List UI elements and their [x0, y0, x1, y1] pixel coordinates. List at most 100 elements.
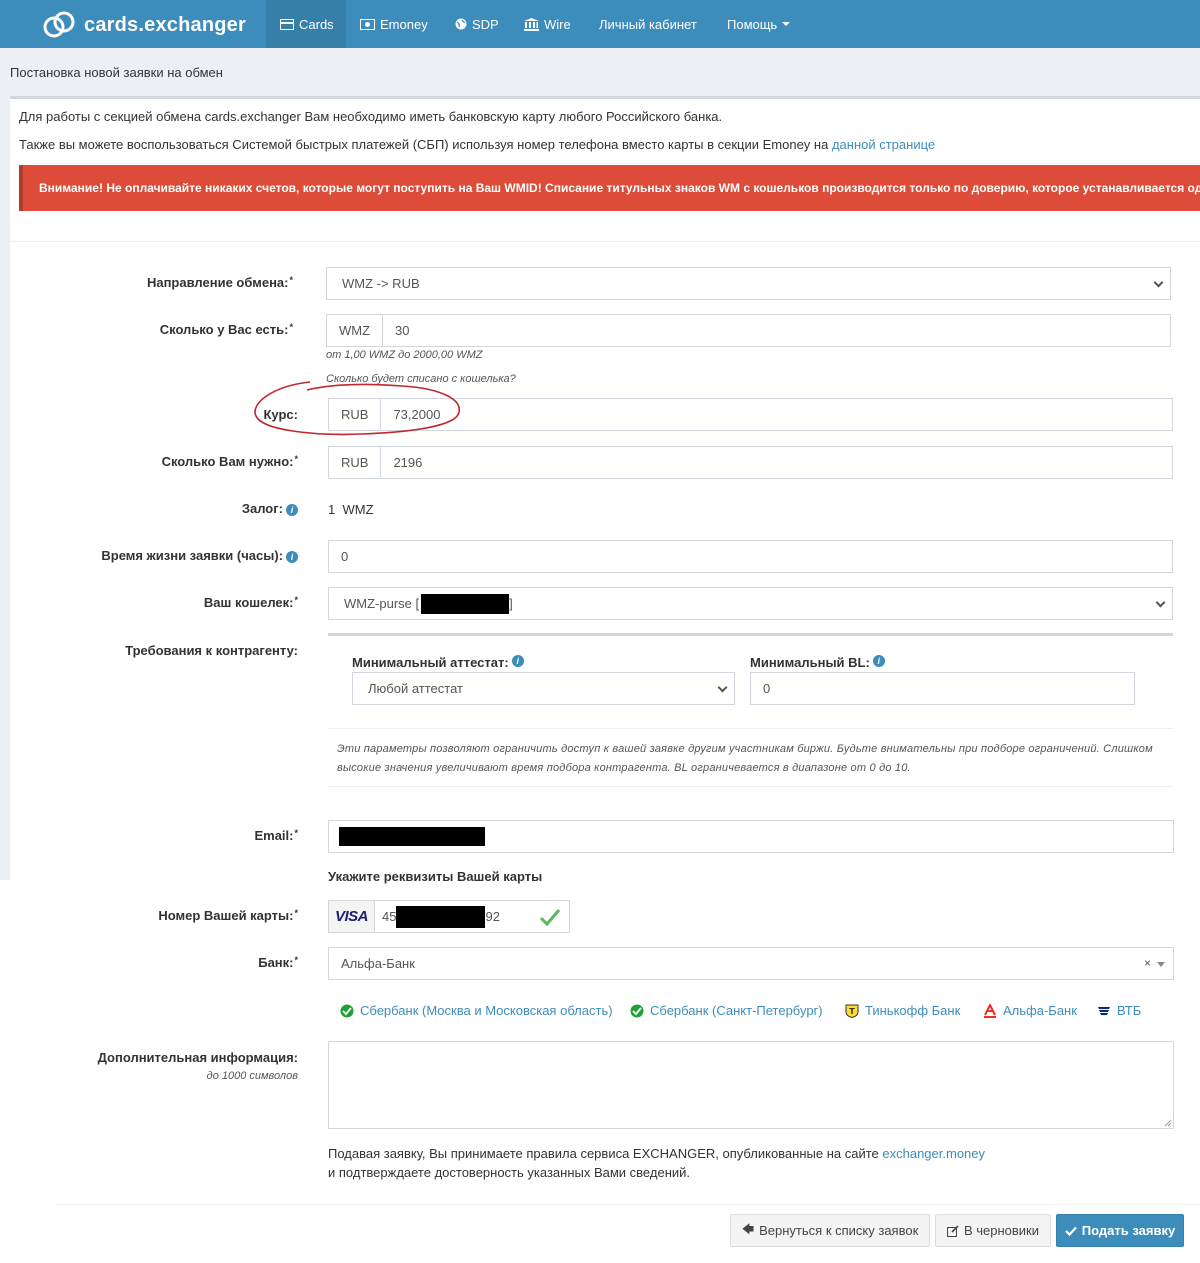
attestat-label-text: Минимальный аттестат: — [352, 655, 509, 670]
bank-link-tinkoff[interactable]: T Тинькофф Банк — [845, 1003, 960, 1018]
divider — [328, 786, 1173, 787]
money-icon — [360, 18, 375, 30]
exchanger-link[interactable]: exchanger.money — [882, 1146, 985, 1161]
required-mark: * — [294, 955, 298, 965]
brand-logo-icon — [43, 11, 75, 38]
wallet-select[interactable]: WMZ-purse [ ] — [328, 587, 1173, 620]
info-icon[interactable]: i — [511, 655, 524, 667]
need-label: Сколько Вам нужно:* — [162, 454, 298, 469]
sbp-page-link[interactable]: данной странице — [832, 137, 935, 152]
nav-cabinet-label: Личный кабинет — [599, 16, 697, 32]
top-navbar: cards.exchanger Cards Emoney SDP Wire Ли… — [0, 0, 1200, 48]
have-label-text: Сколько у Вас есть: — [159, 322, 289, 337]
direction-value: WMZ -> RUB — [342, 276, 420, 291]
tinkoff-icon: T — [845, 1004, 859, 1018]
deposit-label-text: Залог: — [241, 501, 283, 516]
terms-line-1: Подавая заявку, Вы принимаете правила се… — [328, 1146, 879, 1161]
back-to-list-button[interactable]: 🡄 Вернуться к списку заявок — [730, 1214, 930, 1247]
bank-building-icon — [524, 17, 539, 31]
attestat-select[interactable]: Любой аттестат — [352, 672, 735, 705]
info-text-2-body: Также вы можете воспользоваться Системой… — [19, 137, 829, 152]
terms-text: Подавая заявку, Вы принимаете правила се… — [328, 1144, 985, 1182]
resize-handle-icon[interactable] — [1164, 1119, 1172, 1127]
bl-input[interactable]: 0 — [750, 672, 1135, 705]
bank-link-label: Тинькофф Банк — [865, 1003, 961, 1018]
svg-text:T: T — [849, 1007, 855, 1016]
terms-line-2: и подтверждаете достоверность указанных … — [328, 1165, 691, 1180]
bank-link-label: Сбербанк (Санкт-Петербург) — [650, 1003, 823, 1018]
have-amount-input[interactable]: 30 — [383, 323, 409, 338]
deposit-value: 1 WMZ — [328, 502, 374, 517]
email-input[interactable] — [328, 820, 1174, 853]
info-icon[interactable]: i — [286, 551, 298, 563]
card-section-title: Укажите реквизиты Вашей карты — [328, 869, 543, 884]
redacted-card-number — [396, 905, 486, 928]
deposit-currency: WMZ — [342, 502, 374, 517]
chevron-down-icon — [1155, 597, 1166, 608]
required-mark: * — [289, 275, 293, 285]
nav-cards[interactable]: Cards — [266, 0, 346, 48]
card-number-prefix[interactable]: 45 — [375, 909, 396, 924]
nav-help-label: Помощь — [727, 16, 778, 32]
bl-value: 0 — [763, 681, 771, 696]
nav-help-dropdown[interactable]: Помощь — [727, 0, 791, 48]
page-header: Постановка новой заявки на обмен — [0, 48, 1200, 96]
card-number-label: Номер Вашей карты:* — [158, 908, 298, 923]
bank-label-text: Банк: — [258, 955, 294, 970]
card-icon — [280, 18, 294, 30]
info-text-1: Для работы с секцией обмена cards.exchan… — [19, 109, 723, 124]
bank-link-alfa[interactable]: Альфа-Банк — [983, 1003, 1077, 1018]
need-currency-addon: RUB — [329, 447, 382, 478]
extra-info-hint: до 1000 символов — [206, 1070, 298, 1082]
divider — [56, 1204, 1200, 1205]
arrow-left-icon: 🡄 — [741, 1222, 755, 1236]
redacted-email — [339, 827, 485, 846]
bank-select[interactable]: Альфа-Банк × — [328, 947, 1174, 980]
extra-info-textarea[interactable] — [328, 1041, 1174, 1129]
lifetime-label: Время жизни заявки (часы): i — [101, 548, 298, 563]
nav-wire[interactable]: Wire — [524, 0, 571, 48]
caret-down-icon — [1157, 962, 1165, 967]
back-button-label: Вернуться к списку заявок — [759, 1223, 919, 1238]
redacted-wallet — [421, 593, 510, 614]
save-draft-button[interactable]: В черновики — [935, 1214, 1051, 1247]
caret-down-icon — [782, 22, 791, 26]
nav-emoney[interactable]: Emoney — [360, 0, 428, 48]
info-icon[interactable]: i — [872, 655, 885, 667]
card-brand: VISA — [335, 908, 369, 925]
chevron-down-icon — [1153, 277, 1164, 288]
lifetime-input[interactable]: 0 — [328, 540, 1173, 573]
deposit-amount: 1 — [328, 502, 336, 517]
clear-icon[interactable]: × — [1144, 956, 1151, 970]
red-annotation-ellipse — [254, 381, 460, 436]
warning-alert: Внимание! Не оплачивайте никаких счетов,… — [19, 165, 1200, 211]
card-number-input-group: VISA 45 92 — [328, 900, 570, 933]
submit-button[interactable]: Подать заявку — [1056, 1214, 1184, 1247]
info-icon[interactable]: i — [286, 504, 298, 516]
attestat-value: Любой аттестат — [368, 681, 463, 696]
requirements-note: Эти параметры позволяют ограничить досту… — [337, 743, 1153, 774]
need-amount-input[interactable]: 2196 — [381, 455, 422, 470]
required-mark: * — [294, 595, 298, 605]
nav-sdp[interactable]: SDP — [455, 0, 499, 48]
lifetime-value: 0 — [341, 549, 349, 564]
brand[interactable]: cards.exchanger — [42, 10, 246, 40]
bank-link-sber-moscow[interactable]: Сбербанк (Москва и Московская область) — [340, 1003, 613, 1018]
submit-button-label: Подать заявку — [1081, 1223, 1176, 1238]
nav-sdp-label: SDP — [472, 16, 499, 32]
info-text-2: Также вы можете воспользоваться Системой… — [19, 137, 935, 152]
bank-link-vtb[interactable]: ВТБ — [1097, 1003, 1141, 1018]
vtb-icon — [1098, 1006, 1110, 1015]
page-title: Постановка новой заявки на обмен — [10, 65, 223, 80]
have-input-group: WMZ 30 — [326, 314, 1171, 347]
draft-button-label: В черновики — [963, 1223, 1040, 1238]
deposit-label: Залог: i — [242, 501, 298, 516]
divider — [328, 728, 1173, 729]
bank-value: Альфа-Банк — [341, 956, 415, 971]
nav-cabinet[interactable]: Личный кабинет — [599, 0, 697, 48]
direction-select[interactable]: WMZ -> RUB — [326, 267, 1171, 300]
bank-link-sber-spb[interactable]: Сбербанк (Санкт-Петербург) — [630, 1003, 823, 1018]
wallet-label-text: Ваш кошелек: — [203, 595, 294, 610]
have-label: Сколько у Вас есть:* — [160, 322, 293, 337]
card-number-label-text: Номер Вашей карты: — [158, 908, 294, 923]
